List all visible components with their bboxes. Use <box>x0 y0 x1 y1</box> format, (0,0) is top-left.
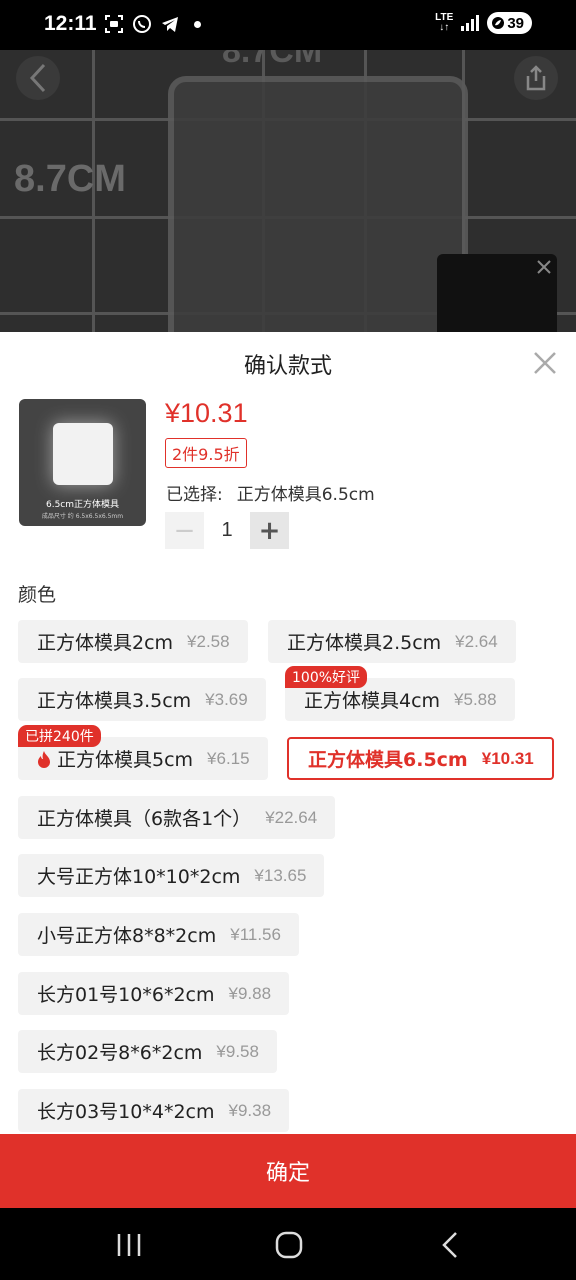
option-chip[interactable]: 正方体模具2cm ¥2.58 <box>18 620 248 663</box>
battery-level: 39 <box>507 14 524 32</box>
photo-dimension-label: 8.7CM <box>222 50 323 70</box>
option-price: ¥10.31 <box>481 748 534 768</box>
option-chip[interactable]: 长方01号10*6*2cm ¥9.88 <box>18 972 290 1015</box>
cube-mold-image <box>53 423 113 485</box>
option-chip[interactable]: 100%好评 正方体模具4cm ¥5.88 <box>285 666 515 721</box>
decrease-button[interactable]: − <box>165 512 204 549</box>
option-name: 大号正方体10*10*2cm <box>37 866 241 888</box>
option-chip[interactable]: 长方03号10*4*2cm ¥9.38 <box>18 1089 290 1132</box>
color-section-label: 颜色 <box>18 584 57 606</box>
selected-price: ¥10.31 <box>165 398 248 428</box>
share-icon <box>526 65 546 91</box>
option-price: ¥9.38 <box>228 1100 272 1120</box>
back-button[interactable] <box>16 56 60 100</box>
option-name: 正方体模具3.5cm <box>37 690 192 712</box>
close-icon[interactable] <box>530 348 560 378</box>
option-price: ¥11.56 <box>230 924 281 944</box>
network-label: LTE <box>435 12 454 23</box>
option-name: 长方01号10*6*2cm <box>37 984 215 1006</box>
photo-dimension-label: 8.7CM <box>14 158 126 200</box>
option-chip-selected[interactable]: 正方体模具6.5cm ¥10.31 <box>287 737 554 780</box>
flame-icon <box>38 750 50 768</box>
floating-video-window[interactable] <box>437 254 557 332</box>
product-photo[interactable]: 8.7CM 8.7CM <box>0 50 576 332</box>
sku-selection-sheet: 确认款式 6.5cm正方体模具 成品尺寸 约 6.5x6.5x6.5mm ¥10… <box>0 332 576 1208</box>
selected-spec: 已选择: 正方体模具6.5cm <box>166 480 375 505</box>
mold-image <box>168 76 468 332</box>
close-icon[interactable] <box>537 260 551 274</box>
battery-saver-icon <box>492 17 505 29</box>
system-navigation-bar <box>0 1208 576 1280</box>
status-right: LTE ↓↑ 39 <box>435 12 532 34</box>
share-button[interactable] <box>514 56 558 100</box>
quantity-value[interactable]: 1 <box>204 519 250 542</box>
confirm-button[interactable]: 确定 <box>0 1134 576 1208</box>
option-chip[interactable]: 正方体模具（6款各1个） ¥22.64 <box>18 796 336 839</box>
increase-button[interactable]: + <box>250 512 289 549</box>
option-price: ¥22.64 <box>265 807 318 827</box>
selected-label: 已选择: <box>166 485 223 505</box>
telegram-icon <box>162 17 178 32</box>
option-chip[interactable]: 正方体模具3.5cm ¥3.69 <box>18 678 266 721</box>
home-icon[interactable] <box>272 1230 306 1260</box>
selected-value: 正方体模具6.5cm <box>236 485 375 505</box>
option-name: 长方02号8*6*2cm <box>37 1042 203 1064</box>
sales-badge: 已拼240件 <box>18 725 101 747</box>
notification-icons <box>104 14 201 34</box>
option-name: 长方03号10*4*2cm <box>37 1101 215 1123</box>
option-name: 正方体模具2cm <box>37 632 174 654</box>
option-price: ¥3.69 <box>205 689 248 709</box>
option-price: ¥2.58 <box>187 631 230 651</box>
signal-icon <box>461 15 480 31</box>
option-chip[interactable]: 正方体模具2.5cm ¥2.64 <box>268 620 516 663</box>
option-price: ¥2.64 <box>455 631 498 651</box>
option-price: ¥6.15 <box>207 748 250 768</box>
battery-indicator: 39 <box>487 12 532 34</box>
quantity-stepper: − 1 + <box>165 512 289 549</box>
rating-badge: 100%好评 <box>285 666 368 688</box>
option-name: 正方体模具（6款各1个） <box>37 808 252 830</box>
option-price: ¥5.88 <box>454 689 497 709</box>
option-price: ¥13.65 <box>254 865 307 885</box>
discount-badge: 2件9.5折 <box>165 438 247 468</box>
recent-apps-icon[interactable] <box>112 1230 146 1260</box>
option-chip[interactable]: 长方02号8*6*2cm ¥9.58 <box>18 1030 277 1073</box>
whatsapp-icon <box>133 15 151 33</box>
chevron-left-icon <box>29 63 46 93</box>
status-time: 12:11 <box>44 12 97 35</box>
option-chip[interactable]: 大号正方体10*10*2cm ¥13.65 <box>18 854 325 897</box>
option-price: ¥9.88 <box>228 983 272 1003</box>
thumbnail-caption: 6.5cm正方体模具 <box>45 500 120 510</box>
lte-indicator: LTE ↓↑ <box>435 12 454 33</box>
thumbnail-subcaption: 成品尺寸 约 6.5x6.5x6.5mm <box>41 513 124 520</box>
back-icon[interactable] <box>434 1230 468 1260</box>
option-name: 正方体模具5cm <box>57 749 194 771</box>
option-price: ¥9.58 <box>216 1041 259 1061</box>
sheet-title: 确认款式 <box>243 354 332 379</box>
status-bar: 12:11 LTE ↓↑ 39 <box>0 0 576 50</box>
product-thumbnail[interactable]: 6.5cm正方体模具 成品尺寸 约 6.5x6.5x6.5mm <box>19 399 146 526</box>
option-name: 小号正方体8*8*2cm <box>37 925 217 947</box>
option-name: 正方体模具2.5cm <box>287 632 442 654</box>
screenshot-icon <box>105 15 123 33</box>
screen: 12:11 LTE ↓↑ 39 8.7CM 8.7CM 确认款式 6.5cm正方… <box>0 0 576 1280</box>
more-notifications-dot <box>194 20 201 28</box>
option-name: 正方体模具4cm <box>304 690 441 712</box>
option-name: 正方体模具6.5cm <box>308 749 468 771</box>
option-chip[interactable]: 小号正方体8*8*2cm ¥11.56 <box>18 913 299 956</box>
option-chip[interactable]: 已拼240件 正方体模具5cm ¥6.15 <box>18 725 268 780</box>
